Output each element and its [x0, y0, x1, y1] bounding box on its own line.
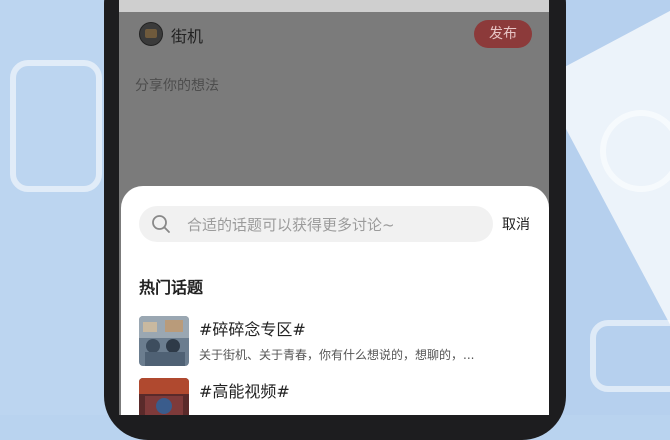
topic-item[interactable]: #碎碎念专区# 关于街机、关于青春，你有什么想说的，想聊的，...	[139, 316, 539, 368]
topic-thumbnail	[139, 378, 189, 415]
search-icon	[152, 215, 170, 233]
composer-header: 街机 发布	[119, 14, 549, 54]
section-name[interactable]: 街机	[171, 23, 203, 47]
top-bar-strip	[119, 0, 549, 12]
topic-search-box[interactable]	[139, 206, 493, 244]
topic-search-input[interactable]	[185, 206, 489, 244]
hot-topics-title: 热门话题	[139, 278, 204, 297]
post-text-placeholder[interactable]: 分享你的想法	[135, 75, 219, 95]
topic-thumbnail	[139, 316, 189, 366]
topic-name: #碎碎念专区#	[199, 320, 306, 339]
topic-selector-sheet: 取消 热门话题 #碎碎念专区# 关于街机、关于青春，你有什么想说的，想聊的，..…	[121, 186, 549, 415]
publish-button[interactable]: 发布	[474, 20, 532, 48]
app-screen: 街机 发布 分享你的想法 取消 热门话题	[119, 0, 549, 415]
topic-description: 关于街机、关于青春，你有什么想说的，想聊的，...	[199, 348, 475, 362]
controller-decoration-icon	[590, 320, 670, 392]
console-decoration-icon	[10, 60, 102, 192]
section-avatar[interactable]	[139, 22, 163, 46]
cancel-button[interactable]: 取消	[502, 214, 530, 234]
topic-name: #高能视频#	[199, 382, 290, 401]
topic-item[interactable]: #高能视频#	[139, 378, 539, 415]
